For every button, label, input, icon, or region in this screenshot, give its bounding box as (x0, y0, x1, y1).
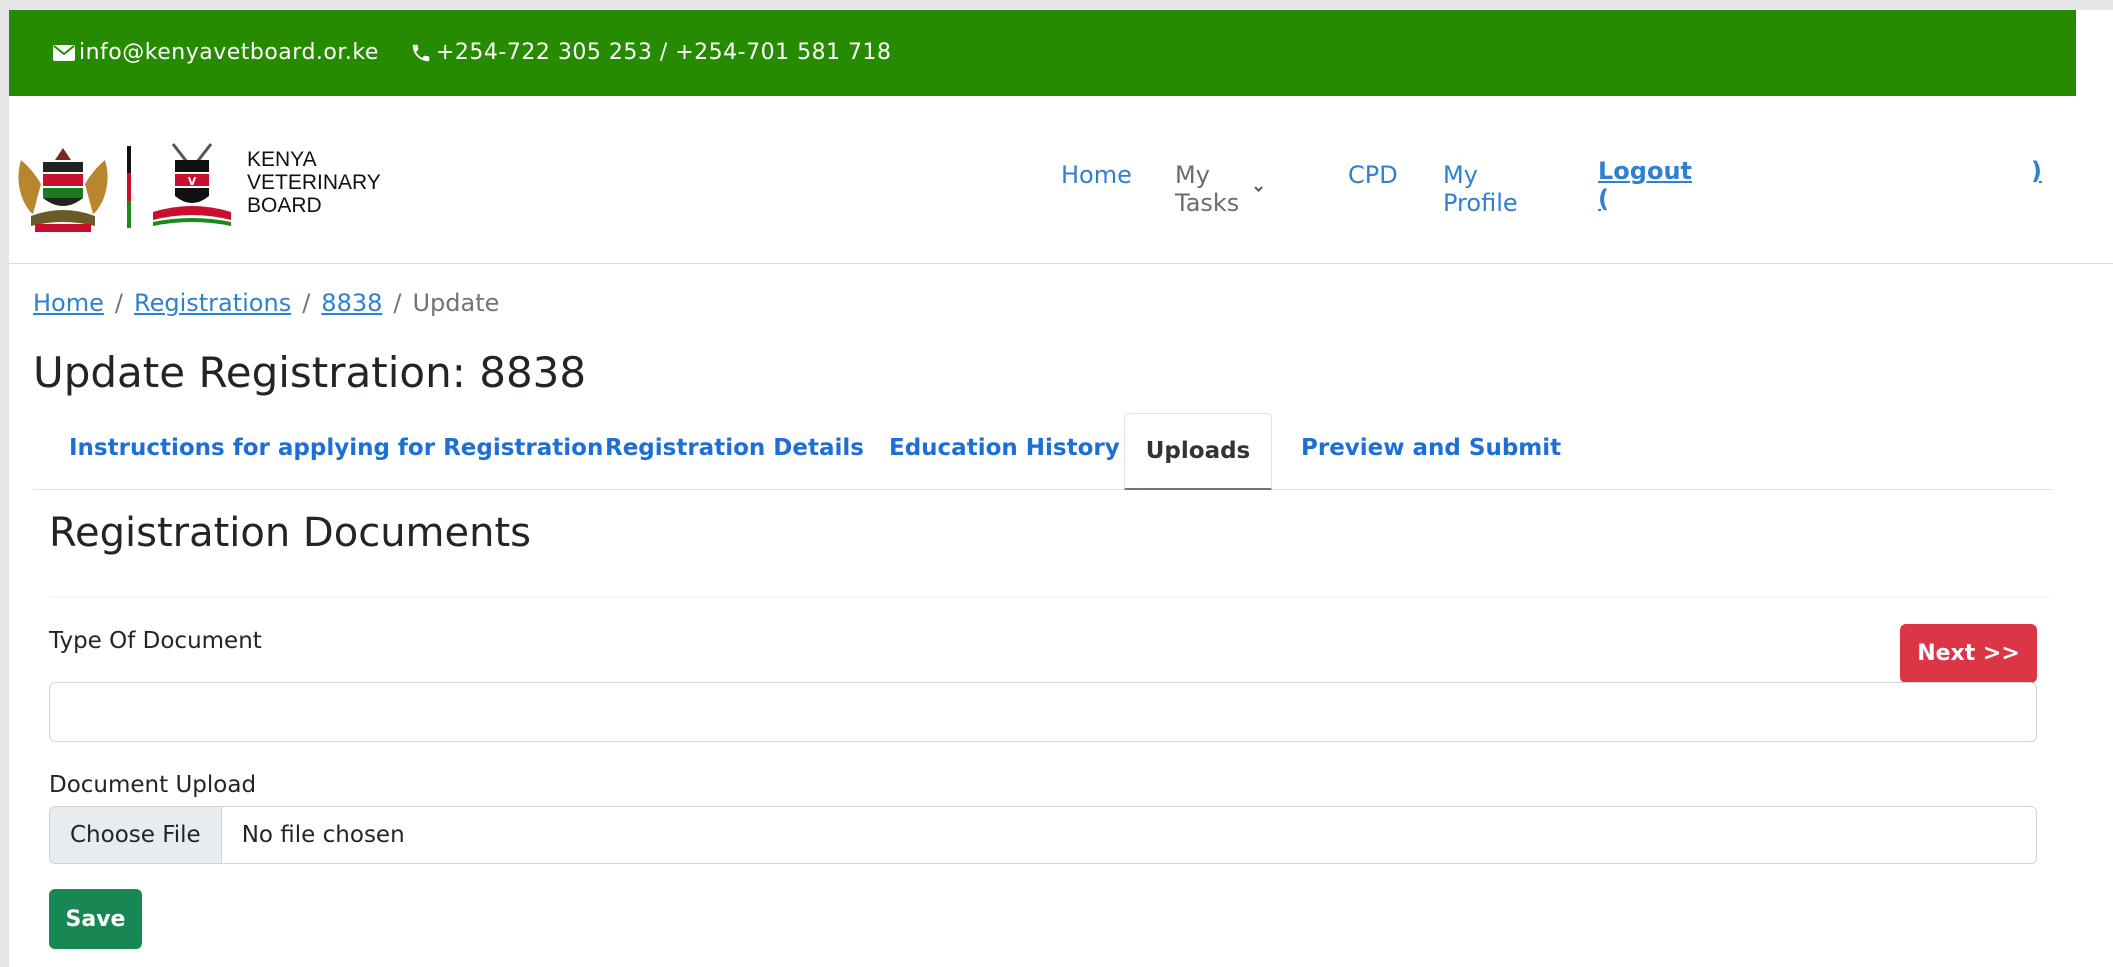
breadcrumb-separator: / (114, 289, 123, 317)
kenya-coat-of-arms-logo (18, 148, 108, 232)
brand-line-2: VETERINARY (247, 171, 381, 194)
registration-tabs: Instructions for applying for Registrati… (33, 413, 2053, 490)
breadcrumb-current: Update (412, 289, 500, 317)
breadcrumb-registrations[interactable]: Registrations (134, 289, 291, 317)
divider (49, 596, 2049, 598)
envelope-icon (53, 44, 75, 61)
contact-email-text: info@kenyavetboard.or.ke (79, 40, 379, 65)
file-chosen-status: No file chosen (241, 822, 405, 848)
svg-text:V: V (188, 175, 197, 188)
breadcrumb-home[interactable]: Home (33, 289, 104, 317)
tab-preview-and-submit[interactable]: Preview and Submit (1301, 435, 1561, 461)
save-button[interactable]: Save (49, 889, 142, 949)
nav-my-tasks-label: My Tasks (1175, 161, 1240, 217)
flag-divider (127, 146, 131, 228)
tab-uploads[interactable]: Uploads (1124, 413, 1272, 490)
document-upload-label: Document Upload (49, 772, 257, 798)
tab-registration-details[interactable]: Registration Details (605, 435, 864, 461)
nav-logout-close[interactable]: ) (2031, 157, 2042, 185)
nav-home[interactable]: Home (1061, 161, 1132, 189)
nav-my-tasks[interactable]: My Tasks (1175, 161, 1264, 217)
kenya-veterinary-board-logo: V (153, 143, 231, 226)
page-title: Update Registration: 8838 (33, 348, 587, 397)
breadcrumb-separator: / (393, 289, 402, 317)
chevron-down-icon (1254, 186, 1264, 192)
page: info@kenyavetboard.or.ke +254-722 305 25… (9, 10, 2113, 967)
next-button[interactable]: Next >> (1900, 624, 2037, 683)
choose-file-button[interactable]: Choose File (50, 807, 222, 863)
document-type-select[interactable] (49, 682, 2037, 742)
nav-cpd[interactable]: CPD (1348, 161, 1398, 189)
phone-icon (412, 44, 430, 61)
brand-line-1: KENYA (247, 148, 317, 171)
breadcrumb: Home / Registrations / 8838 / Update (33, 289, 499, 317)
contact-bar: info@kenyavetboard.or.ke +254-722 305 25… (9, 10, 2076, 96)
section-title: Registration Documents (49, 510, 531, 556)
breadcrumb-separator: / (302, 289, 311, 317)
contact-phone-text: +254-722 305 253 / +254-701 581 718 (436, 40, 892, 65)
tab-education-history[interactable]: Education History (889, 435, 1120, 461)
contact-email[interactable]: info@kenyavetboard.or.ke (53, 40, 379, 65)
nav-my-profile[interactable]: My Profile (1443, 161, 1518, 217)
brand-line-3: BOARD (247, 194, 322, 217)
site-header: V KENYA VETERINARY BOARD Home My Tasks C… (9, 96, 2113, 264)
breadcrumb-registration-id[interactable]: 8838 (321, 289, 382, 317)
nav-logout[interactable]: Logout ( (1598, 157, 1692, 213)
tab-instructions[interactable]: Instructions for applying for Registrati… (69, 435, 603, 461)
document-type-label: Type Of Document (49, 628, 262, 654)
document-upload-input[interactable]: Choose File No file chosen (49, 806, 2037, 864)
brand-name: KENYA VETERINARY BOARD (247, 148, 381, 217)
contact-phone[interactable]: +254-722 305 253 / +254-701 581 718 (410, 40, 892, 65)
